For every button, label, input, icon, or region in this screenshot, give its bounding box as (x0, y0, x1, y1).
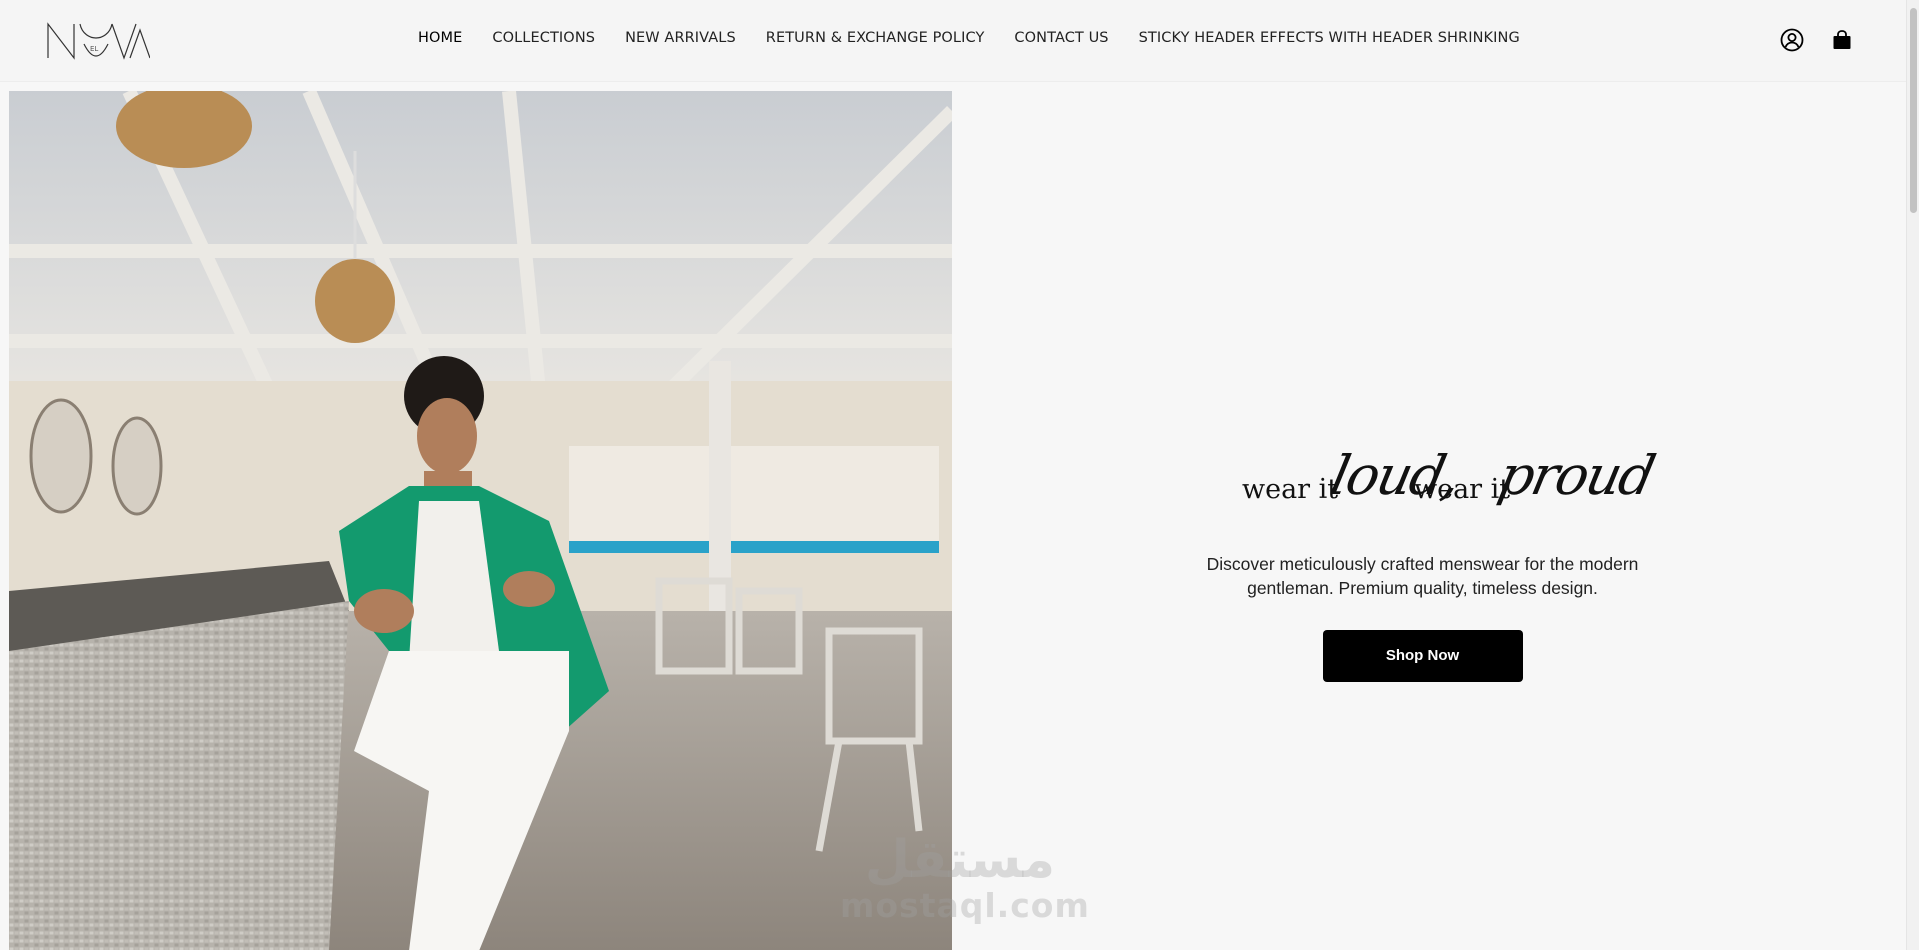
account-icon[interactable] (1778, 26, 1806, 54)
shop-now-button[interactable]: Shop Now (1322, 630, 1523, 682)
nav-return-policy[interactable]: RETURN & EXCHANGE POLICY (766, 30, 985, 46)
site-header: EL HOME COLLECTIONS NEW ARRIVALS RETURN … (0, 0, 1906, 82)
hero-description: Discover meticulously crafted menswear f… (1206, 554, 1639, 598)
svg-text:EL: EL (90, 45, 98, 53)
nav-contact-us[interactable]: CONTACT US (1014, 30, 1108, 46)
hero-tagline: wear it loud, wear it proud (1100, 430, 1745, 540)
page-scrollbar[interactable] (1906, 0, 1919, 950)
watermark-latin: mostaql.com (840, 886, 1090, 925)
nav-sticky-header-effects[interactable]: STICKY HEADER EFFECTS WITH HEADER SHRINK… (1139, 30, 1520, 46)
nav-home[interactable]: HOME (418, 30, 462, 46)
tagline-wear-it-1: wear it (1242, 474, 1339, 505)
logo-mark: EL (47, 22, 151, 60)
hero-photo (9, 91, 952, 950)
watermark-arabic: مستقل (864, 830, 1056, 890)
nav-collections[interactable]: COLLECTIONS (492, 30, 595, 46)
mostaql-watermark: مستقل mostaql.com (840, 830, 1090, 925)
hero-content: wear it loud, wear it proud Discover met… (1100, 430, 1745, 682)
shopping-bag-icon[interactable] (1828, 26, 1856, 54)
tagline-proud: proud (1493, 444, 1659, 507)
nova-logo[interactable]: EL (46, 20, 151, 60)
header-icons (1778, 26, 1856, 54)
nav-new-arrivals[interactable]: NEW ARRIVALS (625, 30, 736, 46)
hero-image (9, 91, 952, 950)
scrollbar-thumb[interactable] (1910, 8, 1917, 213)
main-nav: HOME COLLECTIONS NEW ARRIVALS RETURN & E… (418, 30, 1520, 46)
